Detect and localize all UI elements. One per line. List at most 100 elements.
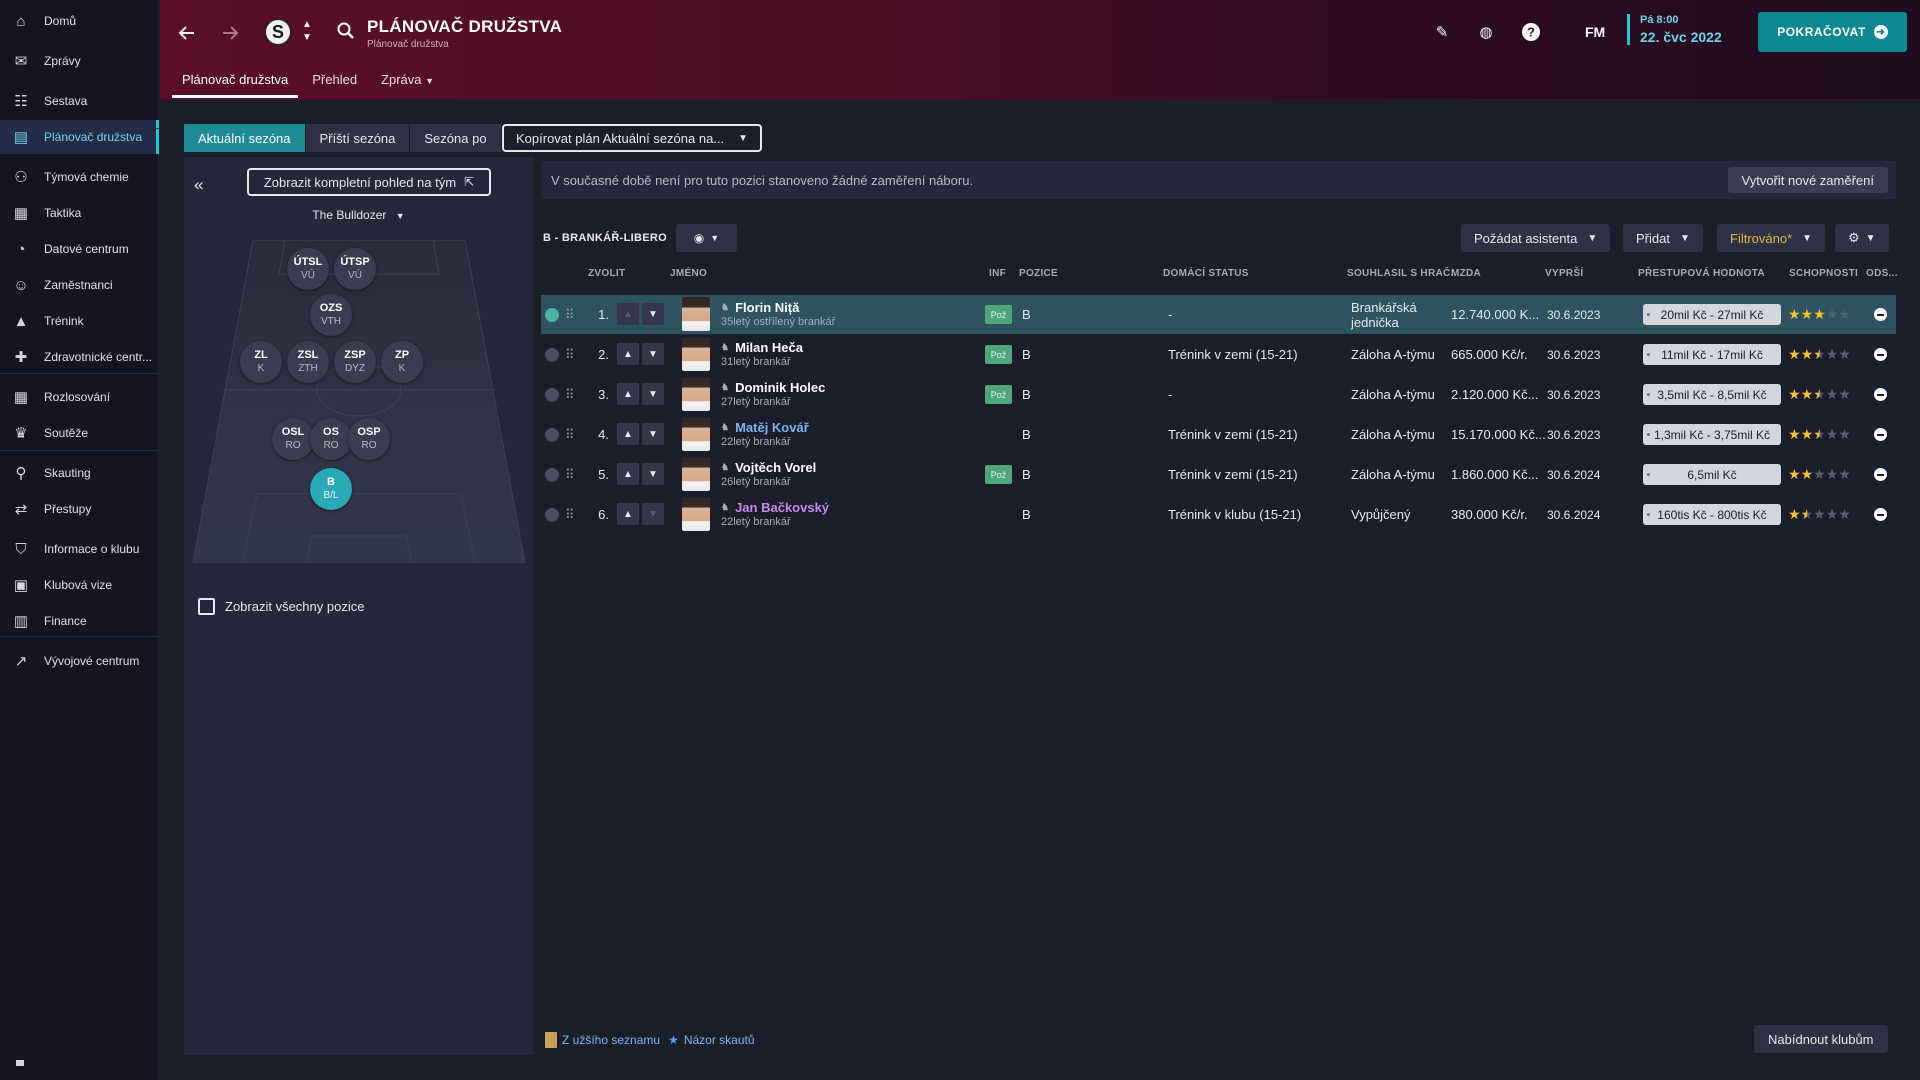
select-check-icon[interactable] <box>545 348 559 362</box>
player-name-link[interactable]: ♞ Florin Niță <box>721 300 799 315</box>
fm-logo[interactable]: FM <box>1585 24 1605 40</box>
remove-player-button[interactable] <box>1874 428 1887 441</box>
offer-to-clubs-button[interactable]: Nabídnout klubům <box>1754 1025 1888 1053</box>
sidebar-item-mail[interactable]: ✉ Zprávy <box>0 44 159 78</box>
sidebar-item-chemistry[interactable]: ⚇ Týmová chemie <box>0 160 159 194</box>
select-check-icon[interactable] <box>545 428 559 442</box>
drag-handle-icon[interactable]: ⠿ <box>565 335 574 374</box>
player-photo[interactable] <box>682 377 710 411</box>
col-wage[interactable]: MZDA <box>1451 268 1481 279</box>
position-zsp[interactable]: ZSP DYZ <box>334 341 376 383</box>
col-inf[interactable]: INF <box>989 268 1006 279</box>
col-agreed[interactable]: SOUHLASIL S HRAČ... <box>1347 268 1460 279</box>
move-up-button[interactable]: ▲ <box>617 503 639 525</box>
sidebar-item-finances[interactable]: ▥ Finance <box>0 604 159 638</box>
move-up-button[interactable]: ▲ <box>617 383 639 405</box>
move-down-button[interactable]: ▼ <box>642 303 664 325</box>
player-photo[interactable] <box>682 297 710 331</box>
position-osp[interactable]: OSP RO <box>348 418 390 460</box>
season-current[interactable]: Aktuální sezóna <box>184 124 306 152</box>
view-options-button[interactable]: ◉ ▼ <box>676 224 737 252</box>
table-row[interactable]: ⠿ 6. ▲ ▼ ♞ Jan Bačkovský 22letý brankář B Trénin… <box>541 495 1896 534</box>
sidebar-item-tactics[interactable]: ▦ Taktika <box>0 196 159 230</box>
back-arrow-icon[interactable] <box>172 18 202 48</box>
full-team-view-button[interactable]: Zobrazit kompletní pohled na tým ⇱ <box>247 168 491 196</box>
club-switch-icon[interactable]: ▲ ▼ <box>301 18 313 44</box>
position-útsp[interactable]: ÚTSP VÚ <box>334 248 376 290</box>
drag-handle-icon[interactable]: ⠿ <box>565 415 574 454</box>
tab-report[interactable]: Zpráva ▼ <box>371 66 444 98</box>
select-check-icon[interactable] <box>545 468 559 482</box>
season-after[interactable]: Sezóna po <box>410 124 502 152</box>
sidebar-item-club-info[interactable]: ⛉ Informace o klubu <box>0 532 159 566</box>
position-zp[interactable]: ZP K <box>381 341 423 383</box>
copy-plan-dropdown[interactable]: Kopírovat plán Aktuální sezóna na... ▼ <box>502 124 762 152</box>
col-home-status[interactable]: DOMÁCÍ STATUS <box>1163 268 1249 279</box>
table-row[interactable]: ⠿ 3. ▲ ▼ ♞ Dominik Holec 27letý brankář Pož B - Zá… <box>541 375 1896 414</box>
sidebar-item-dev-centre[interactable]: ↗ Vývojové centrum <box>0 644 159 678</box>
col-remove[interactable]: ODS... <box>1866 268 1898 279</box>
info-badge[interactable]: Pož <box>985 385 1012 404</box>
sidebar-item-calendar[interactable]: ▦ Rozlosování <box>0 380 159 414</box>
col-ability[interactable]: SCHOPNOSTI <box>1789 268 1858 279</box>
remove-player-button[interactable] <box>1874 468 1887 481</box>
player-photo[interactable] <box>682 497 710 531</box>
drag-handle-icon[interactable]: ⠿ <box>565 295 574 334</box>
forward-arrow-icon[interactable] <box>215 18 245 48</box>
settings-button[interactable]: ⚙ ▼ <box>1835 224 1889 252</box>
position-ozs[interactable]: OZS VTH <box>310 294 352 336</box>
position-os[interactable]: OS RO <box>310 418 352 460</box>
sidebar-item-trophy[interactable]: ♛ Soutěže <box>0 416 159 450</box>
remove-player-button[interactable] <box>1874 388 1887 401</box>
player-photo[interactable] <box>682 417 710 451</box>
sidebar-collapse-icon[interactable] <box>16 1060 24 1066</box>
select-check-icon[interactable] <box>545 508 559 522</box>
sidebar-item-club-vision[interactable]: ▣ Klubová vize <box>0 568 159 602</box>
sidebar-item-medical[interactable]: ✚ Zdravotnické centr... <box>0 340 159 374</box>
col-select[interactable]: ZVOLIT <box>588 268 625 279</box>
table-row[interactable]: ⠿ 2. ▲ ▼ ♞ Milan Heča 31letý brankář Pož B Trénin… <box>541 335 1896 374</box>
move-up-button[interactable]: ▲ <box>617 423 639 445</box>
remove-player-button[interactable] <box>1874 508 1887 521</box>
search-icon[interactable] <box>337 22 355 40</box>
col-expires[interactable]: VYPRŠÍ <box>1545 268 1583 279</box>
edit-icon[interactable]: ✎ <box>1430 20 1454 44</box>
sidebar-item-transfers[interactable]: ⇄ Přestupy <box>0 492 159 526</box>
info-badge[interactable]: Pož <box>985 305 1012 324</box>
scout-view-link[interactable]: ★ Názor skautů <box>668 1033 754 1047</box>
sidebar-item-home[interactable]: ⌂ Domů <box>0 4 159 38</box>
move-down-button[interactable]: ▼ <box>642 383 664 405</box>
position-zl[interactable]: ZL K <box>240 341 282 383</box>
table-row[interactable]: ⠿ 1. ▲ ▼ ♞ Florin Niță 35letý ostřílený branká… <box>541 295 1896 334</box>
select-check-icon[interactable] <box>545 388 559 402</box>
position-osl[interactable]: OSL RO <box>272 418 314 460</box>
table-row[interactable]: ⠿ 5. ▲ ▼ ♞ Vojtěch Vorel 26letý brankář Pož B Tré… <box>541 455 1896 494</box>
move-up-button[interactable]: ▲ <box>617 303 639 325</box>
sidebar-item-scouting[interactable]: ⚲ Skauting <box>0 456 159 490</box>
formation-selector[interactable]: The Bulldozer ▼ <box>184 208 533 222</box>
position-zsl[interactable]: ZSL ZTH <box>287 341 329 383</box>
move-down-button[interactable]: ▼ <box>642 503 664 525</box>
season-next[interactable]: Příští sezóna <box>305 124 411 152</box>
tab-squad-planner[interactable]: Plánovač družstva <box>172 66 299 98</box>
player-name-link[interactable]: ♞ Vojtěch Vorel <box>721 460 816 475</box>
shortlist-link[interactable]: Z užšího seznamu <box>545 1032 660 1048</box>
world-icon[interactable]: ◍ <box>1474 20 1498 44</box>
player-name-link[interactable]: ♞ Jan Bačkovský <box>721 500 829 515</box>
sidebar-item-training[interactable]: ▲ Trénink <box>0 304 159 338</box>
move-down-button[interactable]: ▼ <box>642 343 664 365</box>
move-down-button[interactable]: ▼ <box>642 423 664 445</box>
show-all-checkbox[interactable] <box>198 598 215 615</box>
select-check-icon[interactable] <box>545 308 559 322</box>
drag-handle-icon[interactable]: ⠿ <box>565 495 574 534</box>
collapse-panel-icon[interactable]: « <box>194 175 203 195</box>
filter-button[interactable]: Filtrováno* ▼ <box>1717 224 1826 252</box>
col-name[interactable]: JMÉNO <box>670 268 707 279</box>
remove-player-button[interactable] <box>1874 348 1887 361</box>
sidebar-item-staff[interactable]: ☺ Zaměstnanci <box>0 268 159 302</box>
move-up-button[interactable]: ▲ <box>617 343 639 365</box>
info-badge[interactable]: Pož <box>985 465 1012 484</box>
remove-player-button[interactable] <box>1874 308 1887 321</box>
sidebar-item-squad[interactable]: ☷ Sestava <box>0 84 159 118</box>
info-badge[interactable]: Pož <box>985 345 1012 364</box>
